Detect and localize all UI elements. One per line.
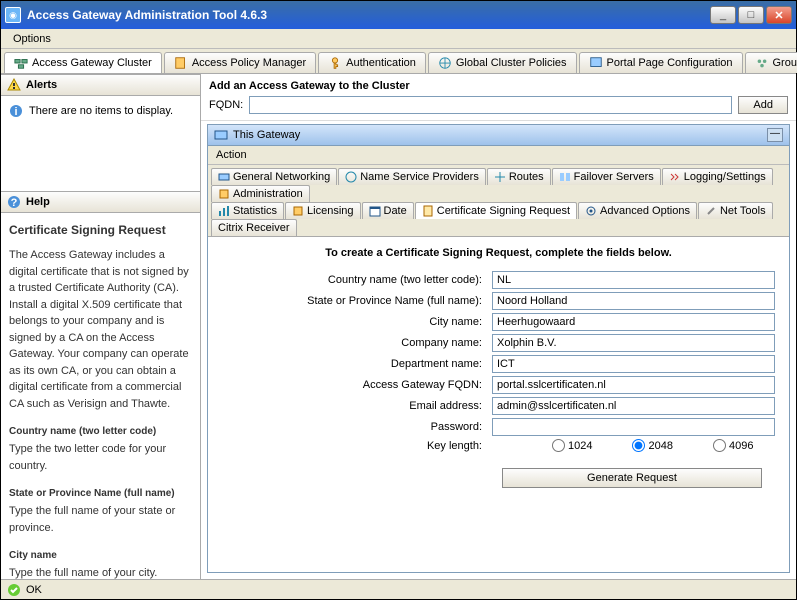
company-input[interactable] — [492, 334, 775, 352]
tab-certificate-signing-request[interactable]: Certificate Signing Request — [415, 202, 577, 219]
gateway-subwindow: This Gateway — Action General Networking… — [207, 124, 790, 573]
fqdn-input[interactable] — [249, 96, 732, 114]
tab-failover-servers[interactable]: Failover Servers — [552, 168, 661, 185]
state-input[interactable] — [492, 292, 775, 310]
svg-text:i: i — [14, 106, 17, 118]
tab-access-policy-manager[interactable]: Access Policy Manager — [164, 52, 316, 73]
add-button[interactable]: Add — [738, 96, 788, 114]
tab-statistics[interactable]: Statistics — [211, 202, 284, 219]
tab-administration[interactable]: Administration — [211, 185, 310, 202]
tab-logging-settings[interactable]: Logging/Settings — [662, 168, 773, 185]
app-icon: ◉ — [5, 7, 21, 23]
csr-form-title: To create a Certificate Signing Request,… — [222, 247, 775, 259]
tab-authentication[interactable]: Authentication — [318, 52, 426, 73]
tab-portal-page-configuration[interactable]: Portal Page Configuration — [579, 52, 743, 73]
maximize-button[interactable]: □ — [738, 6, 764, 24]
csr-form: To create a Certificate Signing Request,… — [208, 237, 789, 572]
tab-net-tools[interactable]: Net Tools — [698, 202, 773, 219]
gateway-fqdn-input[interactable] — [492, 376, 775, 394]
department-input[interactable] — [492, 355, 775, 373]
sidebar: Alerts i There are no items to display. … — [1, 74, 201, 579]
help-header: ? Help — [1, 191, 200, 213]
add-gateway-title: Add an Access Gateway to the Cluster — [209, 80, 788, 92]
subwindow-titlebar: This Gateway — — [208, 125, 789, 146]
password-input[interactable] — [492, 418, 775, 436]
email-input[interactable] — [492, 397, 775, 415]
gateway-icon — [214, 128, 228, 142]
key-1024-radio[interactable]: 1024 — [552, 439, 602, 452]
tab-citrix-receiver[interactable]: Citrix Receiver — [211, 219, 297, 236]
help-icon: ? — [7, 195, 21, 209]
tab-date[interactable]: Date — [362, 202, 414, 219]
country-input[interactable] — [492, 271, 775, 289]
tab-group-priority[interactable]: Group Priority — [745, 52, 797, 73]
subwindow-minimize-button[interactable]: — — [767, 128, 783, 142]
main-panel: Add an Access Gateway to the Cluster FQD… — [201, 74, 796, 579]
statusbar: OK — [1, 579, 796, 599]
help-heading: Certificate Signing Request — [9, 221, 192, 239]
alerts-body: i There are no items to display. — [1, 96, 200, 191]
tab-routes[interactable]: Routes — [487, 168, 551, 185]
tab-name-service-providers[interactable]: Name Service Providers — [338, 168, 486, 185]
help-body: Certificate Signing Request The Access G… — [1, 213, 200, 579]
info-icon: i — [9, 104, 23, 118]
svg-text:?: ? — [11, 197, 18, 209]
menubar: Options — [1, 29, 796, 49]
minimize-button[interactable]: _ — [710, 6, 736, 24]
help-intro: The Access Gateway includes a digital ce… — [9, 247, 192, 412]
tab-access-gateway-cluster[interactable]: Access Gateway Cluster — [4, 52, 162, 73]
tab-global-cluster-policies[interactable]: Global Cluster Policies — [428, 52, 577, 73]
add-gateway-bar: Add an Access Gateway to the Cluster FQD… — [201, 74, 796, 121]
tab-advanced-options[interactable]: Advanced Options — [578, 202, 697, 219]
menu-options[interactable]: Options — [7, 31, 57, 47]
status-text: OK — [26, 584, 42, 596]
sub-tabstrip: General Networking Name Service Provider… — [208, 165, 789, 237]
city-input[interactable] — [492, 313, 775, 331]
generate-request-button[interactable]: Generate Request — [502, 468, 762, 488]
titlebar: ◉ Access Gateway Administration Tool 4.6… — [1, 1, 796, 29]
main-tabstrip: Access Gateway Cluster Access Policy Man… — [1, 49, 796, 74]
action-menu[interactable]: Action — [208, 146, 789, 165]
key-2048-radio[interactable]: 2048 — [632, 439, 682, 452]
tab-licensing[interactable]: Licensing — [285, 202, 360, 219]
warning-icon — [7, 78, 21, 92]
ok-icon — [7, 583, 21, 597]
fqdn-label: FQDN: — [209, 99, 243, 111]
key-4096-radio[interactable]: 4096 — [713, 439, 763, 452]
alerts-empty-text: There are no items to display. — [29, 105, 173, 117]
close-button[interactable]: ✕ — [766, 6, 792, 24]
tab-general-networking[interactable]: General Networking — [211, 168, 337, 185]
window-title: Access Gateway Administration Tool 4.6.3 — [27, 8, 710, 22]
alerts-header: Alerts — [1, 74, 200, 96]
